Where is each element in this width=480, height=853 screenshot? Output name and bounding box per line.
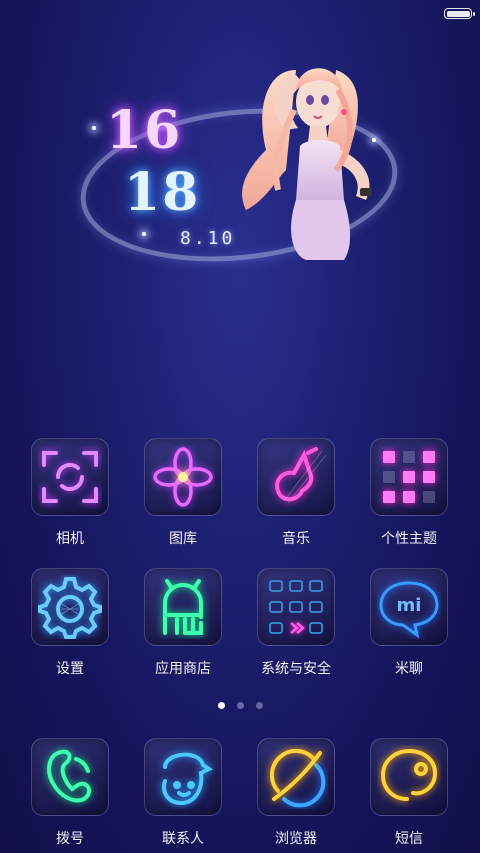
sms-icon[interactable] (370, 738, 448, 816)
themes-icon[interactable] (370, 438, 448, 516)
app-label: 相机 (56, 531, 84, 547)
app-label: 应用商店 (155, 661, 211, 677)
app-label: 音乐 (282, 531, 310, 547)
app-label: 图库 (169, 531, 197, 547)
camera-icon[interactable] (31, 438, 109, 516)
music-icon[interactable] (257, 438, 335, 516)
app-settings[interactable]: 设置 (20, 568, 120, 678)
app-store-icon[interactable] (144, 568, 222, 646)
app-label: 米聊 (395, 661, 423, 677)
sparkle-icon (142, 232, 146, 236)
app-label: 个性主题 (381, 531, 437, 547)
dock-contacts[interactable]: 联系人 (133, 738, 233, 848)
app-label: 联系人 (162, 831, 204, 847)
app-themes[interactable]: 个性主题 (359, 438, 459, 548)
app-label: 系统与安全 (261, 661, 331, 677)
page-dot[interactable] (217, 702, 225, 709)
phone-icon[interactable] (31, 738, 109, 816)
mitalk-icon[interactable]: mi (370, 568, 448, 646)
settings-icon[interactable] (31, 568, 109, 646)
app-mitalk[interactable]: mi 米聊 (359, 568, 459, 678)
app-store[interactable]: 应用商店 (133, 568, 233, 678)
app-security[interactable]: 系统与安全 (246, 568, 346, 678)
app-camera[interactable]: 相机 (20, 438, 120, 548)
clock-minute: 18 (124, 162, 201, 223)
security-icon[interactable] (257, 568, 335, 646)
svg-text:mi: mi (397, 595, 422, 616)
clock-hour: 16 (106, 100, 183, 161)
contacts-icon[interactable] (144, 738, 222, 816)
app-gallery[interactable]: 图库 (133, 438, 233, 548)
browser-icon[interactable] (257, 738, 335, 816)
app-label: 拨号 (56, 831, 84, 847)
page-dot[interactable] (255, 702, 263, 709)
gallery-icon[interactable] (144, 438, 222, 516)
page-indicator[interactable] (0, 702, 480, 709)
dock-sms[interactable]: 短信 (359, 738, 459, 848)
app-label: 短信 (395, 831, 423, 847)
clock-widget[interactable]: 16 18 8.10 (73, 60, 406, 280)
page-dot[interactable] (236, 702, 244, 709)
app-music[interactable]: 音乐 (246, 438, 346, 548)
battery-indicator (444, 8, 475, 19)
dock-phone[interactable]: 拨号 (20, 738, 120, 848)
sparkle-icon (92, 126, 96, 130)
app-label: 浏览器 (275, 831, 317, 847)
app-label: 设置 (56, 661, 84, 677)
clock-date: 8.10 (180, 228, 236, 249)
character-illustration (242, 68, 372, 260)
dock-browser[interactable]: 浏览器 (246, 738, 346, 848)
